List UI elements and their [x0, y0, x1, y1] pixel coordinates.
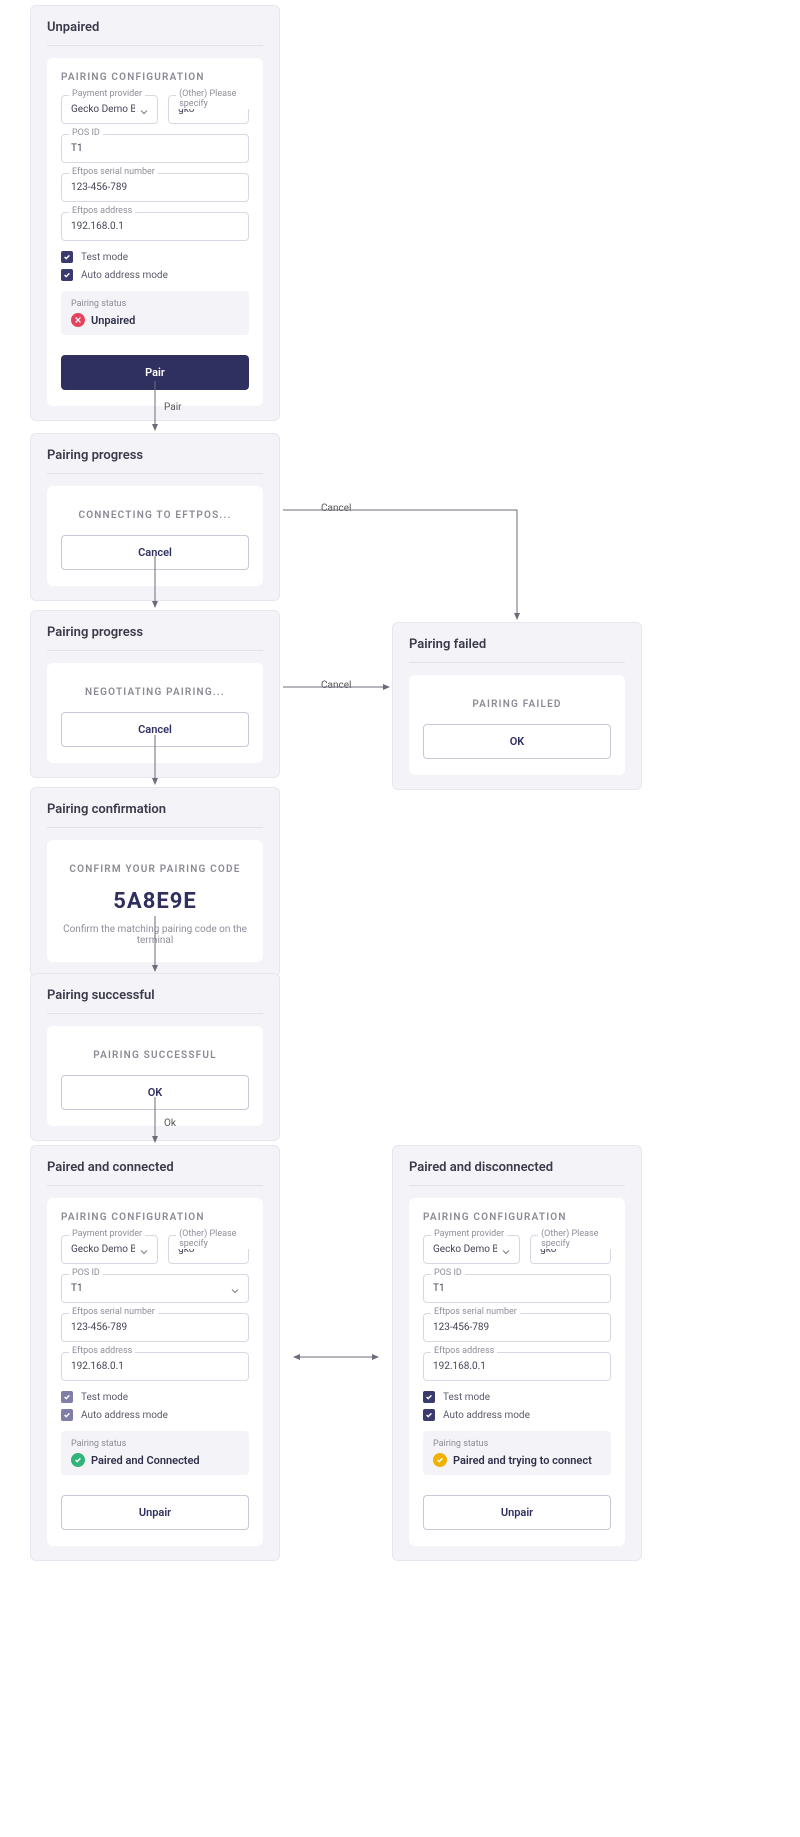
payment-provider-select[interactable]: Gecko Demo Bank: [61, 1235, 158, 1264]
status-text: Paired and Connected: [91, 1454, 200, 1467]
label-eftpos-serial: Eftpos serial number: [69, 167, 158, 177]
panel-title: Pairing successful: [47, 988, 263, 1014]
edge-label-ok: Ok: [164, 1118, 176, 1129]
message: PAIRING SUCCESSFUL: [61, 1050, 249, 1061]
payment-provider-select[interactable]: Gecko Demo Bank: [61, 95, 158, 124]
cancel-button[interactable]: Cancel: [61, 535, 249, 570]
test-mode-label: Test mode: [443, 1392, 490, 1403]
card: PAIRING CONFIGURATION Payment provider G…: [409, 1198, 625, 1546]
label-payment-provider: Payment provider: [69, 89, 145, 99]
unpair-button[interactable]: Unpair: [61, 1495, 249, 1530]
card: PAIRING FAILED OK: [409, 675, 625, 775]
ok-button[interactable]: OK: [61, 1075, 249, 1110]
card: PAIRING CONFIGURATION Payment provider G…: [47, 1198, 263, 1546]
label-eftpos-address: Eftpos address: [431, 1346, 497, 1356]
test-mode-label: Test mode: [81, 252, 128, 263]
label-pos-id: POS ID: [431, 1268, 465, 1278]
panel-title: Pairing progress: [47, 625, 263, 651]
edge-label-cancel: Cancel: [321, 680, 351, 691]
status-trying-icon: [433, 1453, 447, 1467]
test-mode-checkbox[interactable]: [61, 1391, 73, 1403]
panel-pairing-progress-connecting: Pairing progress CONNECTING TO EFTPOS...…: [30, 433, 280, 601]
card: PAIRING SUCCESSFUL OK: [47, 1026, 263, 1126]
label-payment-provider: Payment provider: [69, 1229, 145, 1239]
section-label: PAIRING CONFIGURATION: [61, 72, 249, 83]
status-connected-icon: [71, 1453, 85, 1467]
section-label: PAIRING CONFIGURATION: [61, 1212, 249, 1223]
test-mode-label: Test mode: [81, 1392, 128, 1403]
status-text: Paired and trying to connect: [453, 1454, 592, 1467]
panel-title: Paired and connected: [47, 1160, 263, 1186]
pairing-status-box: Pairing status Unpaired: [61, 291, 249, 335]
section-label: PAIRING CONFIGURATION: [423, 1212, 611, 1223]
panel-title: Pairing failed: [409, 637, 625, 663]
panel-title: Unpaired: [47, 20, 263, 46]
pairing-status-box: Pairing status Paired and Connected: [61, 1431, 249, 1475]
auto-address-checkbox[interactable]: [61, 1409, 73, 1421]
label-pos-id: POS ID: [69, 128, 103, 138]
status-label: Pairing status: [71, 1439, 239, 1449]
cancel-button[interactable]: Cancel: [61, 712, 249, 747]
payment-provider-select[interactable]: Gecko Demo Bank: [423, 1235, 520, 1264]
panel-title: Pairing confirmation: [47, 802, 263, 828]
eftpos-address-input[interactable]: [61, 1352, 249, 1381]
card: NEGOTIATING PAIRING... Cancel: [47, 663, 263, 763]
panel-paired-disconnected: Paired and disconnected PAIRING CONFIGUR…: [392, 1145, 642, 1561]
label-eftpos-serial: Eftpos serial number: [69, 1307, 158, 1317]
edge-label-pair: Pair: [164, 402, 182, 413]
status-label: Pairing status: [71, 299, 239, 309]
test-mode-checkbox[interactable]: [423, 1391, 435, 1403]
auto-address-checkbox[interactable]: [61, 269, 73, 281]
ok-button[interactable]: OK: [423, 724, 611, 759]
panel-pairing-successful: Pairing successful PAIRING SUCCESSFUL OK: [30, 973, 280, 1141]
card: CONNECTING TO EFTPOS... Cancel: [47, 486, 263, 586]
pos-id-select[interactable]: T1: [61, 1274, 249, 1303]
auto-address-label: Auto address mode: [443, 1410, 530, 1421]
label-other-specify: (Other) Please specify: [176, 1229, 249, 1249]
auto-address-label: Auto address mode: [81, 1410, 168, 1421]
auto-address-checkbox[interactable]: [423, 1409, 435, 1421]
progress-message: NEGOTIATING PAIRING...: [61, 687, 249, 698]
pairing-code: 5A8E9E: [61, 889, 249, 914]
eftpos-serial-input[interactable]: [423, 1313, 611, 1342]
message: CONFIRM YOUR PAIRING CODE: [61, 864, 249, 875]
status-text: Unpaired: [91, 314, 135, 327]
panel-title: Paired and disconnected: [409, 1160, 625, 1186]
pairing-status-box: Pairing status Paired and trying to conn…: [423, 1431, 611, 1475]
status-label: Pairing status: [433, 1439, 601, 1449]
progress-message: CONNECTING TO EFTPOS...: [61, 510, 249, 521]
label-eftpos-address: Eftpos address: [69, 206, 135, 216]
label-payment-provider: Payment provider: [431, 1229, 507, 1239]
panel-title: Pairing progress: [47, 448, 263, 474]
panel-unpaired: Unpaired PAIRING CONFIGURATION Payment p…: [30, 5, 280, 421]
label-other-specify: (Other) Please specify: [538, 1229, 611, 1249]
card: CONFIRM YOUR PAIRING CODE 5A8E9E Confirm…: [47, 840, 263, 962]
pos-id-input[interactable]: [61, 134, 249, 163]
pos-id-input[interactable]: [423, 1274, 611, 1303]
eftpos-address-input[interactable]: [61, 212, 249, 241]
help-text: Confirm the matching pairing code on the…: [61, 924, 249, 946]
edge-label-cancel: Cancel: [321, 503, 351, 514]
label-pos-id: POS ID: [69, 1268, 103, 1278]
label-eftpos-serial: Eftpos serial number: [431, 1307, 520, 1317]
message: PAIRING FAILED: [423, 699, 611, 710]
panel-pairing-confirmation: Pairing confirmation CONFIRM YOUR PAIRIN…: [30, 787, 280, 977]
eftpos-address-input[interactable]: [423, 1352, 611, 1381]
auto-address-label: Auto address mode: [81, 270, 168, 281]
pair-button[interactable]: Pair: [61, 355, 249, 390]
panel-pairing-progress-negotiating: Pairing progress NEGOTIATING PAIRING... …: [30, 610, 280, 778]
card: PAIRING CONFIGURATION Payment provider G…: [47, 58, 263, 406]
test-mode-checkbox[interactable]: [61, 251, 73, 263]
label-eftpos-address: Eftpos address: [69, 1346, 135, 1356]
panel-pairing-failed: Pairing failed PAIRING FAILED OK: [392, 622, 642, 790]
panel-paired-connected: Paired and connected PAIRING CONFIGURATI…: [30, 1145, 280, 1561]
unpair-button[interactable]: Unpair: [423, 1495, 611, 1530]
eftpos-serial-input[interactable]: [61, 1313, 249, 1342]
label-other-specify: (Other) Please specify: [176, 89, 249, 109]
status-unpaired-icon: [71, 313, 85, 327]
eftpos-serial-input[interactable]: [61, 173, 249, 202]
